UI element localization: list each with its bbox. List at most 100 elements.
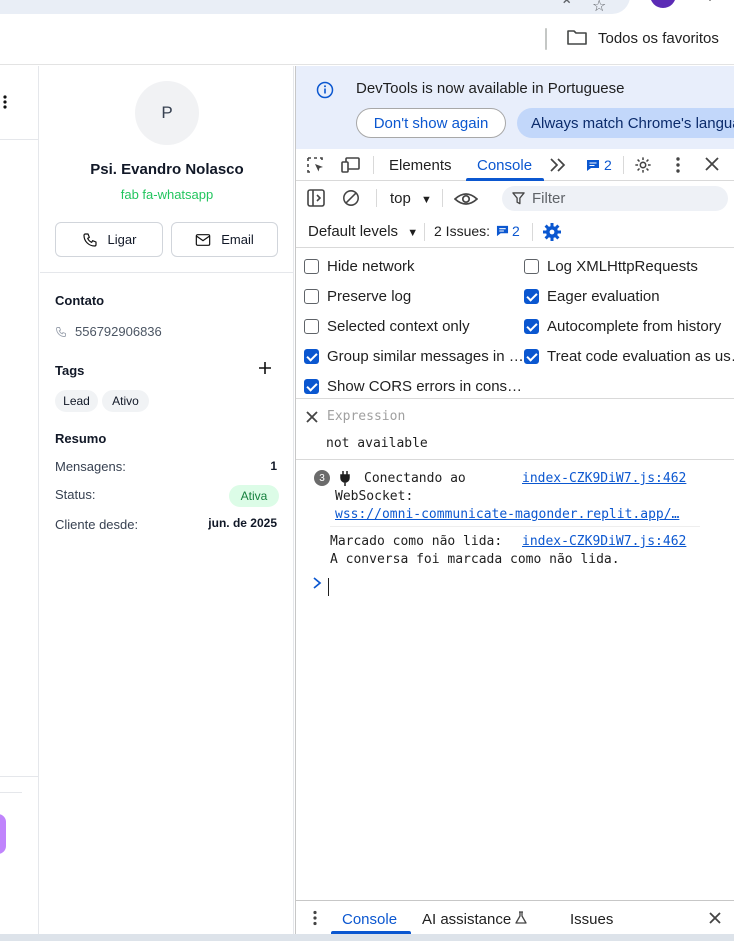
phone-icon <box>56 326 66 337</box>
always-match-language-button[interactable]: Always match Chrome's language <box>517 108 734 138</box>
settings-gear-icon[interactable] <box>633 156 653 174</box>
cors-errors-checkbox[interactable]: Show CORS errors in cons… <box>304 378 522 395</box>
hide-network-checkbox[interactable]: Hide network <box>304 258 415 275</box>
device-toolbar-icon[interactable] <box>341 156 361 174</box>
log-message-text: WebSocket: <box>335 489 414 504</box>
profile-avatar[interactable] <box>650 0 676 8</box>
language-infobar: DevTools is now available in Portuguese … <box>296 66 734 149</box>
infobar-message: DevTools is now available in Portuguese <box>356 80 625 97</box>
close-devtools-icon[interactable] <box>702 156 722 174</box>
message-icon <box>587 159 599 171</box>
dont-show-again-button[interactable]: Don't show again <box>356 108 506 138</box>
expression-result: not available <box>326 436 428 451</box>
log-xhr-checkbox[interactable]: Log XMLHttpRequests <box>524 258 698 275</box>
close-drawer-icon[interactable] <box>708 911 722 925</box>
inspect-element-icon[interactable] <box>306 156 326 174</box>
messages-count: 2 <box>604 157 612 173</box>
console-settings-gear-icon[interactable] <box>542 222 562 242</box>
window-bottom-edge <box>0 934 734 941</box>
issues-counter[interactable]: 2 Issues: 2 <box>434 223 520 239</box>
separator <box>424 223 425 241</box>
console-levels-bar: Default levels ▼ 2 Issues: 2 <box>296 215 734 248</box>
log-source-link[interactable]: index-CZK9DiW7.js:462 <box>522 471 686 486</box>
conversation-list-edge <box>0 66 39 941</box>
bookmarks-separator <box>545 28 547 50</box>
checkbox-box-checked <box>524 289 539 304</box>
tag-chip[interactable]: Lead <box>55 390 98 412</box>
status-badge: Ativa <box>229 485 279 507</box>
dropdown-arrow-icon: ▼ <box>407 227 419 239</box>
send-button-edge[interactable] <box>0 814 6 854</box>
mail-icon <box>195 233 211 246</box>
contact-section-title: Contato <box>55 293 105 308</box>
browser-top-strip: ⌃ ☆ <box>0 0 734 15</box>
more-tabs-icon[interactable] <box>548 156 568 174</box>
messages-value: 1 <box>270 459 277 473</box>
checkbox-box <box>304 259 319 274</box>
treat-code-eval-label: Treat code evaluation as us… <box>547 348 734 365</box>
divider <box>40 272 294 273</box>
tab-console[interactable]: Console <box>477 157 532 174</box>
eager-evaluation-checkbox[interactable]: Eager evaluation <box>524 288 660 305</box>
selected-context-label: Selected context only <box>327 318 470 335</box>
log-message-text: A conversa foi marcada como não lida. <box>330 552 620 567</box>
contact-channel: fab fa-whatsapp <box>120 187 214 202</box>
log-source-link[interactable]: index-CZK9DiW7.js:462 <box>522 534 686 549</box>
divider <box>0 792 22 793</box>
drawer-tab-console[interactable]: Console <box>342 911 397 928</box>
preserve-log-checkbox[interactable]: Preserve log <box>304 288 411 305</box>
tag-chip[interactable]: Ativo <box>102 390 149 412</box>
autocomplete-label: Autocomplete from history <box>547 318 722 335</box>
filter-placeholder: Filter <box>532 190 566 207</box>
add-tag-icon[interactable] <box>258 361 272 375</box>
drawer-tab-issues[interactable]: Issues <box>570 911 613 928</box>
more-vertical-icon[interactable] <box>2 94 8 110</box>
call-button-label: Ligar <box>107 232 137 247</box>
flask-icon <box>515 911 527 924</box>
clear-console-icon[interactable] <box>341 189 361 207</box>
remove-expression-icon[interactable] <box>305 410 319 424</box>
issues-count: 2 <box>512 223 520 239</box>
contact-panel: P Psi. Evandro Nolasco fab fa-whatsapp L… <box>40 66 294 941</box>
sidebar-toggle-icon[interactable] <box>306 189 326 207</box>
log-message-text: Conectando ao <box>364 471 466 486</box>
dropdown-arrow-icon: ▼ <box>421 194 432 206</box>
separator <box>376 189 377 207</box>
checkbox-box-checked <box>304 379 319 394</box>
preserve-log-label: Preserve log <box>327 288 412 305</box>
folder-icon[interactable] <box>566 28 588 46</box>
filter-input[interactable]: Filter <box>502 186 728 211</box>
address-bar[interactable] <box>0 0 630 14</box>
expression-input[interactable]: Expression <box>327 409 405 424</box>
email-button[interactable]: Email <box>171 222 278 257</box>
tab-elements[interactable]: Elements <box>389 157 452 174</box>
status-label: Status: <box>55 487 96 502</box>
log-message-text: Marcado como não lida: <box>330 534 503 549</box>
console-input-caret[interactable] <box>328 578 329 596</box>
drawer-menu-icon[interactable] <box>312 910 318 926</box>
info-icon <box>316 81 334 99</box>
treat-code-eval-checkbox[interactable]: Treat code evaluation as us… <box>524 348 734 365</box>
devtools-panel: DevTools is now available in Portuguese … <box>295 66 734 941</box>
websocket-plug-icon <box>340 471 350 486</box>
drawer-tab-ai-assistance[interactable]: AI assistance <box>422 911 511 928</box>
websocket-url-link[interactable]: wss://omni-communicate-magonder.replit.a… <box>335 507 679 522</box>
more-options-icon[interactable] <box>668 156 688 174</box>
console-toolbar: top ▼ Filter <box>296 181 734 215</box>
call-button[interactable]: Ligar <box>55 222 163 257</box>
group-similar-checkbox[interactable]: Group similar messages in … <box>304 348 524 365</box>
checkbox-box <box>524 259 539 274</box>
autocomplete-checkbox[interactable]: Autocomplete from history <box>524 318 721 335</box>
all-bookmarks-link[interactable]: Todos os favoritos <box>598 30 719 47</box>
context-selector[interactable]: top ▼ <box>390 190 432 207</box>
selected-context-checkbox[interactable]: Selected context only <box>304 318 470 335</box>
live-expression-eye-icon[interactable] <box>454 190 478 208</box>
live-expression: Expression not available <box>296 400 734 460</box>
separator <box>373 156 374 174</box>
default-levels-dropdown[interactable]: Default levels ▼ <box>308 223 418 240</box>
log-xhr-label: Log XMLHttpRequests <box>547 258 698 275</box>
phone-icon <box>82 232 97 247</box>
checkbox-box-checked <box>304 349 319 364</box>
messages-counter[interactable]: 2 <box>586 157 612 173</box>
chrome-menu-icon[interactable] <box>700 0 720 6</box>
